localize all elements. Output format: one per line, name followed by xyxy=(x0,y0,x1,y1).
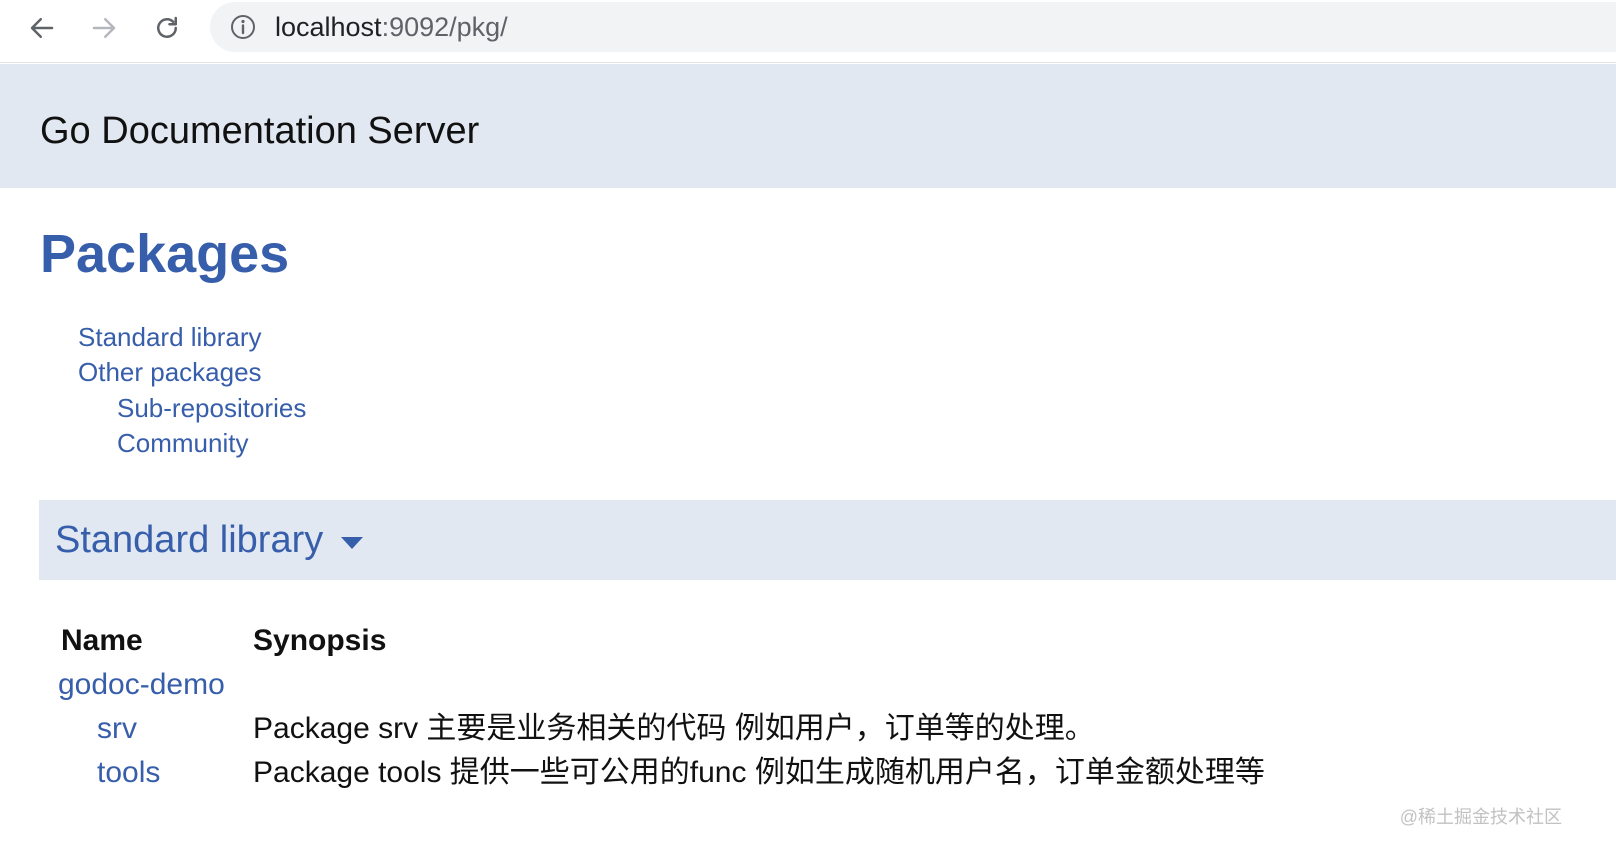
package-link-srv[interactable]: srv xyxy=(97,712,137,746)
arrow-left-icon xyxy=(30,18,54,38)
page-title: Packages xyxy=(40,224,290,284)
caret-down-icon[interactable] xyxy=(341,537,363,549)
section-title: Standard library xyxy=(55,519,324,561)
package-link-godoc-demo[interactable]: godoc-demo xyxy=(58,668,225,702)
toc-other-packages-link[interactable]: Other packages xyxy=(78,357,262,387)
package-synopsis-tools: Package tools 提供一些可公用的func 例如生成随机用户名，订单金… xyxy=(253,756,1265,789)
info-icon[interactable] xyxy=(230,14,256,40)
address-bar[interactable]: localhost:9092/pkg/ xyxy=(210,2,1616,52)
arrow-right-icon xyxy=(92,18,116,38)
reload-button[interactable] xyxy=(147,8,187,48)
url-path: :9092/pkg/ xyxy=(381,12,508,42)
standard-library-section-header[interactable]: Standard library xyxy=(39,500,1616,580)
site-title[interactable]: Go Documentation Server xyxy=(40,109,479,153)
url-text[interactable]: localhost:9092/pkg/ xyxy=(275,12,508,42)
package-synopsis-srv: Package srv 主要是业务相关的代码 例如用户，订单等的处理。 xyxy=(253,712,1095,745)
toc-standard-library-link[interactable]: Standard library xyxy=(78,322,262,352)
site-header: Go Documentation Server xyxy=(0,64,1616,188)
package-link-tools[interactable]: tools xyxy=(97,756,160,790)
browser-toolbar: localhost:9092/pkg/ xyxy=(0,0,1616,63)
forward-button[interactable] xyxy=(84,8,124,48)
watermark: @稀土掘金技术社区 xyxy=(1399,807,1562,827)
url-host: localhost xyxy=(275,12,382,42)
name-column-header: Name xyxy=(61,624,143,657)
synopsis-column-header: Synopsis xyxy=(253,624,387,657)
back-button[interactable] xyxy=(22,8,62,48)
toc-community-link[interactable]: Community xyxy=(117,428,248,458)
reload-icon xyxy=(157,16,177,38)
toc-sub-repositories-link[interactable]: Sub-repositories xyxy=(117,393,306,423)
